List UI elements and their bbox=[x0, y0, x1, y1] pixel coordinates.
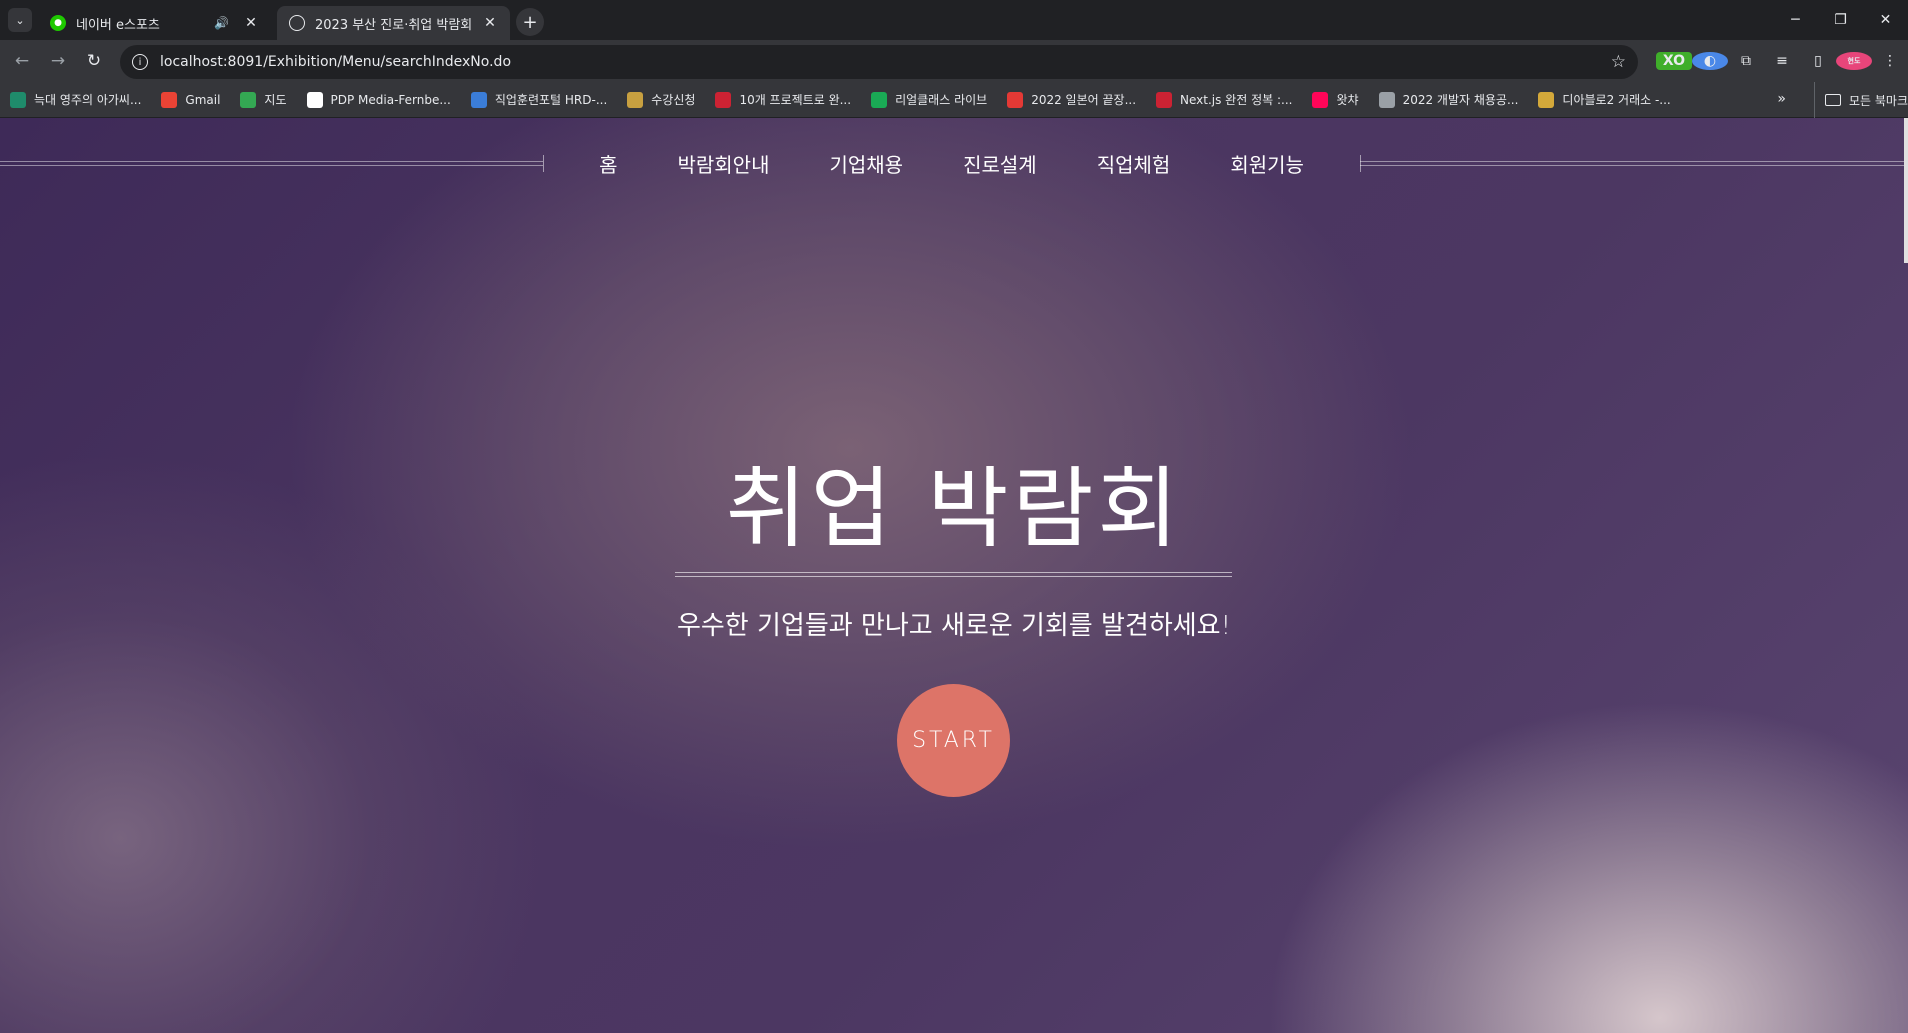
extensions-area: XO ◐ ⧉ ≡ ▯ 현도 ⋮ bbox=[1656, 40, 1908, 82]
nav-career-planning[interactable]: 진로설계 bbox=[933, 149, 1067, 178]
hero-title: 취업 박람회 bbox=[725, 457, 1183, 560]
side-panel-icon[interactable]: ▯ bbox=[1800, 53, 1836, 69]
back-arrow-icon[interactable]: ← bbox=[4, 43, 40, 79]
site-info-icon[interactable]: i bbox=[132, 54, 148, 70]
bookmark-label: 디아블로2 거래소 -... bbox=[1562, 93, 1671, 107]
bookmark-item[interactable]: Gmail bbox=[161, 91, 221, 108]
scrollbar[interactable] bbox=[1904, 118, 1908, 263]
tab-title: 2023 부산 진로·취업 박람회 bbox=[315, 17, 473, 33]
amazon-icon bbox=[306, 91, 323, 108]
folder-icon bbox=[1824, 94, 1841, 106]
bookmark-item[interactable]: 리얼클래스 라이브 bbox=[871, 91, 987, 108]
bookmark-item[interactable]: 직업훈련포털 HRD-... bbox=[470, 91, 608, 108]
nav-divider-right bbox=[1360, 161, 1904, 166]
more-bookmarks-icon[interactable]: » bbox=[1777, 91, 1786, 107]
hrd-icon bbox=[470, 91, 487, 108]
tab-active-expo[interactable]: 2023 부산 진로·취업 박람회 ✕ bbox=[277, 6, 510, 40]
start-button[interactable]: START bbox=[897, 684, 1010, 797]
bookmark-label: 리얼클래스 라이브 bbox=[895, 93, 988, 107]
bookmark-item[interactable]: 디아블로2 거래소 -... bbox=[1538, 91, 1671, 108]
bookmark-label: 직업훈련포털 HRD-... bbox=[494, 93, 608, 107]
close-icon[interactable]: ✕ bbox=[243, 15, 259, 31]
bookmark-item[interactable]: 왓챠 bbox=[1312, 91, 1359, 108]
bookmark-item[interactable]: 2022 일본어 끝장... bbox=[1007, 91, 1136, 108]
new-tab-button[interactable]: + bbox=[516, 8, 544, 36]
bookmark-label: 2022 개발자 채용공... bbox=[1402, 93, 1519, 107]
nav-job-experience[interactable]: 직업체험 bbox=[1067, 149, 1201, 178]
forward-arrow-icon[interactable]: → bbox=[40, 43, 76, 79]
bookmark-label: 수강신청 bbox=[651, 93, 696, 107]
bookmark-label: 지도 bbox=[264, 93, 287, 107]
restore-icon[interactable]: ❐ bbox=[1818, 0, 1863, 40]
address-bar[interactable]: i localhost:8091/Exhibition/Menu/searchI… bbox=[120, 45, 1638, 79]
diablo-icon bbox=[1538, 91, 1555, 108]
hero-subtitle: 우수한 기업들과 만나고 새로운 기회를 발견하세요! bbox=[676, 611, 1232, 641]
globe-icon bbox=[1378, 91, 1395, 108]
bookmark-item[interactable]: 2022 개발자 채용공... bbox=[1378, 91, 1519, 108]
bookmark-label: 왓챠 bbox=[1336, 93, 1359, 107]
bookmark-label: PDP Media-Fernbe... bbox=[330, 92, 451, 107]
nav-menu: 홈 박람회안내 기업채용 진로설계 직업체험 회원기능 bbox=[543, 143, 1360, 183]
close-window-icon[interactable]: ✕ bbox=[1863, 0, 1908, 40]
nav-company-hiring[interactable]: 기업채용 bbox=[799, 149, 933, 178]
menu-kebab-icon[interactable]: ⋮ bbox=[1872, 53, 1908, 69]
profile-avatar[interactable]: 현도 bbox=[1836, 52, 1872, 70]
browser-toolbar: ← → ↻ i localhost:8091/Exhibition/Menu/s… bbox=[0, 40, 1908, 82]
maps-icon bbox=[240, 91, 257, 108]
bookmark-item[interactable]: 10개 프로젝트로 완... bbox=[715, 91, 851, 108]
bookmarks-bar: 늑대 영주의 아가씨... Gmail 지도 PDP Media-Fernbe... 직… bbox=[0, 82, 1908, 118]
site-navigation: 홈 박람회안내 기업채용 진로설계 직업체험 회원기능 bbox=[0, 143, 1904, 183]
globe-icon bbox=[289, 15, 305, 31]
nav-member[interactable]: 회원기능 bbox=[1200, 149, 1334, 178]
reload-icon[interactable]: ↻ bbox=[76, 43, 112, 79]
page-viewport: 홈 박람회안내 기업채용 진로설계 직업체험 회원기능 취업 박람회 우수한 기… bbox=[0, 118, 1908, 1033]
window-controls: ─ ❐ ✕ bbox=[1773, 0, 1908, 40]
bookmark-label: 2022 일본어 끝장... bbox=[1031, 93, 1137, 107]
tab-strip: ⌄ ● 네이버 e스포츠 🔊 ✕ 2023 부산 진로·취업 박람회 ✕ + ─… bbox=[0, 0, 1908, 40]
bookmark-item[interactable]: 수강신청 bbox=[627, 91, 695, 108]
bookmark-label: 늑대 영주의 아가씨... bbox=[34, 93, 142, 107]
minimize-icon[interactable]: ─ bbox=[1773, 0, 1818, 40]
realclass-icon bbox=[871, 91, 888, 108]
nav-divider-left bbox=[0, 161, 543, 166]
bookmark-label: Gmail bbox=[185, 92, 221, 107]
tab-title: 네이버 e스포츠 bbox=[76, 17, 160, 33]
all-bookmarks-label: 모든 북마크 bbox=[1848, 93, 1908, 108]
watcha-icon bbox=[1312, 91, 1329, 108]
extensions-puzzle-icon[interactable]: ⧉ bbox=[1728, 53, 1764, 69]
all-bookmarks-button[interactable]: 모든 북마크 bbox=[1813, 82, 1908, 118]
tab-naver-esports[interactable]: ● 네이버 e스포츠 🔊 ✕ bbox=[38, 6, 271, 40]
bookmark-star-icon[interactable]: ☆ bbox=[1611, 52, 1626, 72]
bookmark-label: Next.js 완전 정복 :... bbox=[1180, 93, 1293, 107]
nav-home[interactable]: 홈 bbox=[569, 149, 647, 178]
book-icon bbox=[10, 91, 26, 108]
bookmark-item[interactable]: 늑대 영주의 아가씨... bbox=[10, 91, 141, 108]
s-icon bbox=[1007, 91, 1024, 108]
ruby-icon bbox=[1156, 91, 1173, 108]
media-control-icon[interactable]: ≡ bbox=[1764, 53, 1800, 69]
course-icon bbox=[627, 91, 644, 108]
extension-translate-icon[interactable]: ◐ bbox=[1692, 52, 1728, 70]
extension-xo-icon[interactable]: XO bbox=[1656, 52, 1692, 70]
bookmark-item[interactable]: 지도 bbox=[240, 91, 287, 108]
bookmark-item[interactable]: Next.js 완전 정복 :... bbox=[1156, 91, 1292, 108]
bookmark-item[interactable]: PDP Media-Fernbe... bbox=[306, 91, 451, 108]
speaker-icon[interactable]: 🔊 bbox=[214, 16, 229, 30]
url-text[interactable]: localhost:8091/Exhibition/Menu/searchInd… bbox=[160, 54, 1611, 70]
close-icon[interactable]: ✕ bbox=[482, 15, 498, 31]
gmail-icon bbox=[161, 91, 178, 108]
ruby-icon bbox=[715, 91, 732, 108]
naver-esports-icon: ● bbox=[50, 15, 66, 31]
tab-search-button[interactable]: ⌄ bbox=[8, 8, 32, 32]
nav-expo-info[interactable]: 박람회안내 bbox=[647, 149, 799, 178]
hero-divider bbox=[675, 572, 1232, 577]
bookmark-label: 10개 프로젝트로 완... bbox=[739, 93, 852, 107]
